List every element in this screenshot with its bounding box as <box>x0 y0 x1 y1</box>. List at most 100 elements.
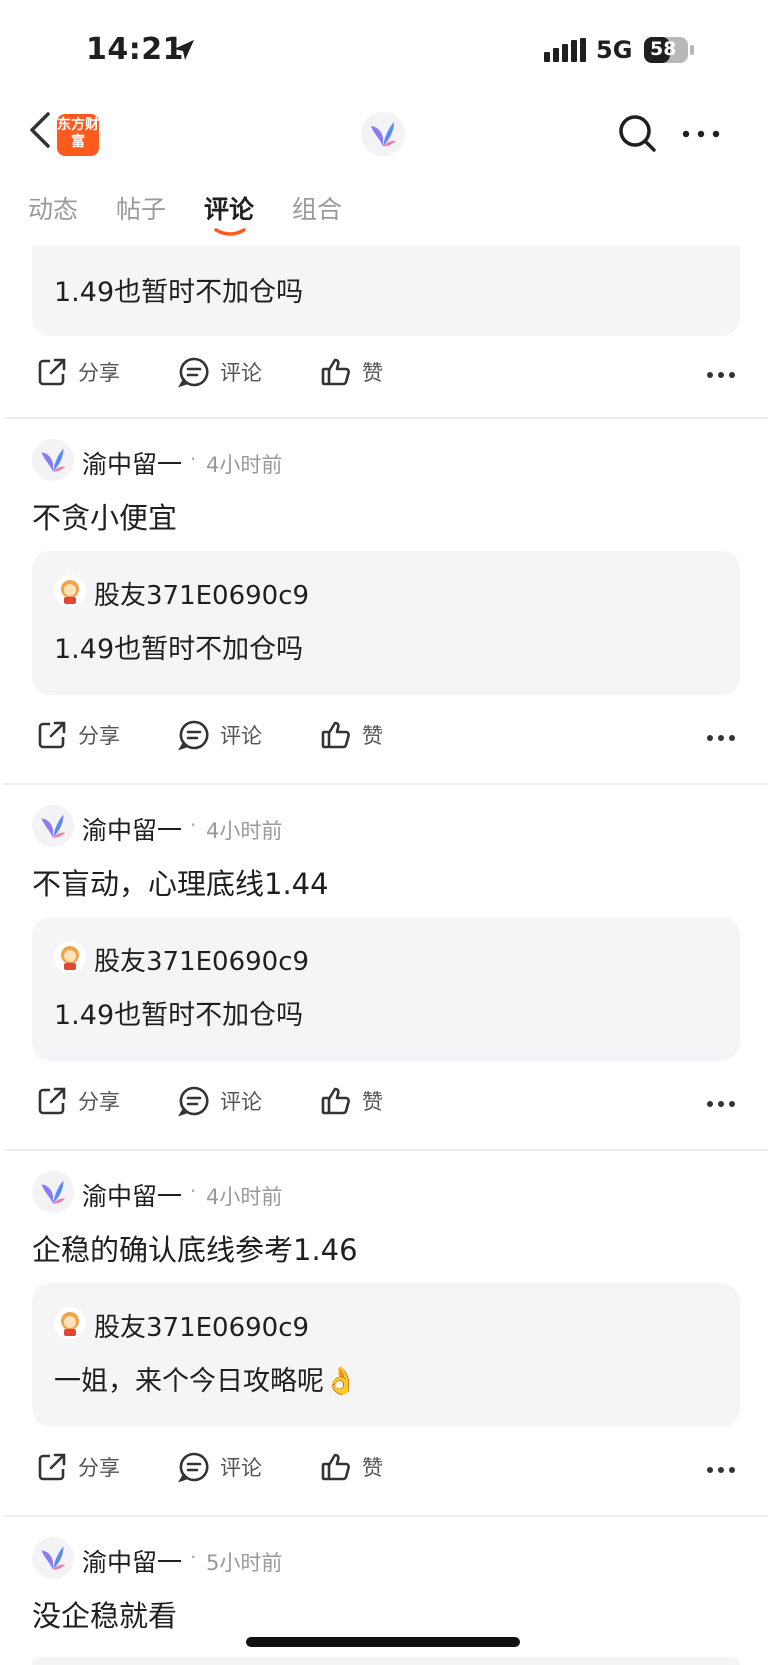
author-name[interactable]: 渝中留一 <box>82 445 182 481</box>
quote-box[interactable]: 股友371E0690c9 1.49也暂时不加仓吗 <box>32 551 740 695</box>
separator-dot: · <box>190 1179 197 1203</box>
brand-logo-text: 东方财富 <box>57 117 99 150</box>
mascot-icon <box>61 1312 79 1336</box>
share-button[interactable]: 分享 <box>36 719 120 751</box>
status-time: 14:21 <box>86 32 184 67</box>
butterfly-icon <box>41 448 66 472</box>
tab-bar: 动态 帖子 评论 组合 <box>28 190 380 240</box>
battery-level: 58 <box>650 38 677 60</box>
like-label: 赞 <box>362 361 383 385</box>
share-icon <box>38 358 66 386</box>
tab-comments[interactable]: 评论 <box>204 190 254 240</box>
quoted-user-name[interactable]: 股友371E0690c9 <box>94 941 309 978</box>
separator-dot: · <box>190 1545 197 1569</box>
comment-content: 没企稳就看 <box>32 1599 178 1633</box>
separator-dot: · <box>190 813 197 837</box>
share-icon <box>38 1087 66 1115</box>
like-button[interactable]: 赞 <box>320 719 383 751</box>
comment-button[interactable]: 评论 <box>178 1085 262 1117</box>
action-row: 分享 评论 赞 <box>0 719 768 769</box>
author-avatar[interactable] <box>32 1171 74 1213</box>
quote-box[interactable]: 股友371E0690c9 1.49也暂时不加仓吗 <box>32 917 740 1061</box>
comment-icon <box>178 720 209 751</box>
share-label: 分享 <box>78 724 120 748</box>
quote-box[interactable]: 股友371E0690c9 一姐，来个今日攻略呢👌 <box>32 1283 740 1427</box>
thumbs-up-icon <box>321 1453 350 1481</box>
like-button[interactable]: 赞 <box>320 1085 383 1117</box>
butterfly-icon <box>41 1546 66 1570</box>
comment-content: 不盲动，心理底线1.44 <box>32 867 329 901</box>
like-label: 赞 <box>362 1456 383 1480</box>
quote-text: 1.49也暂时不加仓吗 <box>54 277 304 308</box>
like-button[interactable]: 赞 <box>320 1451 383 1483</box>
author-avatar[interactable] <box>32 439 74 481</box>
quoted-user-avatar[interactable] <box>54 575 86 607</box>
comment-item[interactable]: 渝中留一 · 4小时前 企稳的确认底线参考1.46 股友371E0690c9 一… <box>0 1151 768 1516</box>
author-name[interactable]: 渝中留一 <box>82 1177 182 1213</box>
comment-label: 评论 <box>220 361 262 385</box>
search-icon[interactable] <box>616 112 660 156</box>
tab-dynamics[interactable]: 动态 <box>28 190 78 240</box>
more-icon[interactable] <box>706 1465 736 1475</box>
action-row: 分享 评论 赞 <box>0 1085 768 1135</box>
comment-label: 评论 <box>220 1090 262 1114</box>
back-arrow-icon[interactable] <box>22 108 62 152</box>
post-time: 4小时前 <box>206 819 283 843</box>
post-time: 5小时前 <box>206 1551 283 1575</box>
like-label: 赞 <box>362 724 383 748</box>
separator-dot: · <box>190 447 197 471</box>
share-label: 分享 <box>78 1456 120 1480</box>
share-button[interactable]: 分享 <box>36 1451 120 1483</box>
tab-comments-label: 评论 <box>204 195 255 224</box>
author-avatar[interactable] <box>32 805 74 847</box>
quoted-user-avatar[interactable] <box>54 1307 86 1339</box>
author-name[interactable]: 渝中留一 <box>82 811 182 847</box>
home-indicator[interactable] <box>246 1637 520 1647</box>
share-label: 分享 <box>78 361 120 385</box>
signal-icon <box>544 38 586 62</box>
share-label: 分享 <box>78 1090 120 1114</box>
action-row: 分享 评论 赞 <box>0 1451 768 1501</box>
share-button[interactable]: 分享 <box>36 1085 120 1117</box>
comment-button[interactable]: 评论 <box>178 356 262 388</box>
post-time: 4小时前 <box>206 1185 283 1209</box>
more-icon[interactable] <box>706 370 736 380</box>
active-tab-indicator <box>214 228 246 236</box>
like-button[interactable]: 赞 <box>320 356 383 388</box>
share-icon <box>38 1453 66 1481</box>
comment-label: 评论 <box>220 724 262 748</box>
status-bar: 14:21 5G 58 <box>0 0 768 100</box>
comment-item[interactable]: 渝中留一 · 4小时前 不盲动，心理底线1.44 股友371E0690c9 1.… <box>0 785 768 1150</box>
battery-icon: 58 <box>644 37 694 63</box>
comment-button[interactable]: 评论 <box>178 719 262 751</box>
location-arrow-icon <box>174 40 194 60</box>
quote-text: 1.49也暂时不加仓吗 <box>54 634 304 665</box>
quoted-user-name[interactable]: 股友371E0690c9 <box>94 1307 309 1344</box>
comment-item[interactable]: 渝中留一 · 4小时前 不贪小便宜 股友371E0690c9 1.49也暂时不加… <box>0 419 768 784</box>
brand-logo[interactable]: 东方财富 <box>57 114 99 156</box>
comment-button[interactable]: 评论 <box>178 1451 262 1483</box>
quoted-user-name[interactable]: 股友371E0690c9 <box>94 575 309 612</box>
quote-text: 1.49也暂时不加仓吗 <box>54 1000 304 1031</box>
tab-posts[interactable]: 帖子 <box>116 190 166 240</box>
like-label: 赞 <box>362 1090 383 1114</box>
quote-box[interactable]: 1.49也暂时不加仓吗 <box>32 246 740 336</box>
quote-box-partial <box>32 1657 740 1665</box>
profile-avatar[interactable] <box>361 112 405 156</box>
comment-icon <box>178 1452 209 1483</box>
more-options-icon[interactable] <box>680 118 722 150</box>
author-avatar[interactable] <box>32 1537 74 1579</box>
thumbs-up-icon <box>321 1087 350 1115</box>
more-icon[interactable] <box>706 1099 736 1109</box>
quote-text: 一姐，来个今日攻略呢👌 <box>54 1366 358 1397</box>
thumbs-up-icon <box>321 721 350 749</box>
comment-icon <box>178 357 209 388</box>
network-type: 5G <box>596 36 633 64</box>
author-name[interactable]: 渝中留一 <box>82 1543 182 1579</box>
more-icon[interactable] <box>706 733 736 743</box>
mascot-icon <box>61 946 79 970</box>
quoted-user-avatar[interactable] <box>54 941 86 973</box>
share-button[interactable]: 分享 <box>36 356 120 388</box>
post-time: 4小时前 <box>206 453 283 477</box>
tab-portfolio[interactable]: 组合 <box>292 190 342 240</box>
